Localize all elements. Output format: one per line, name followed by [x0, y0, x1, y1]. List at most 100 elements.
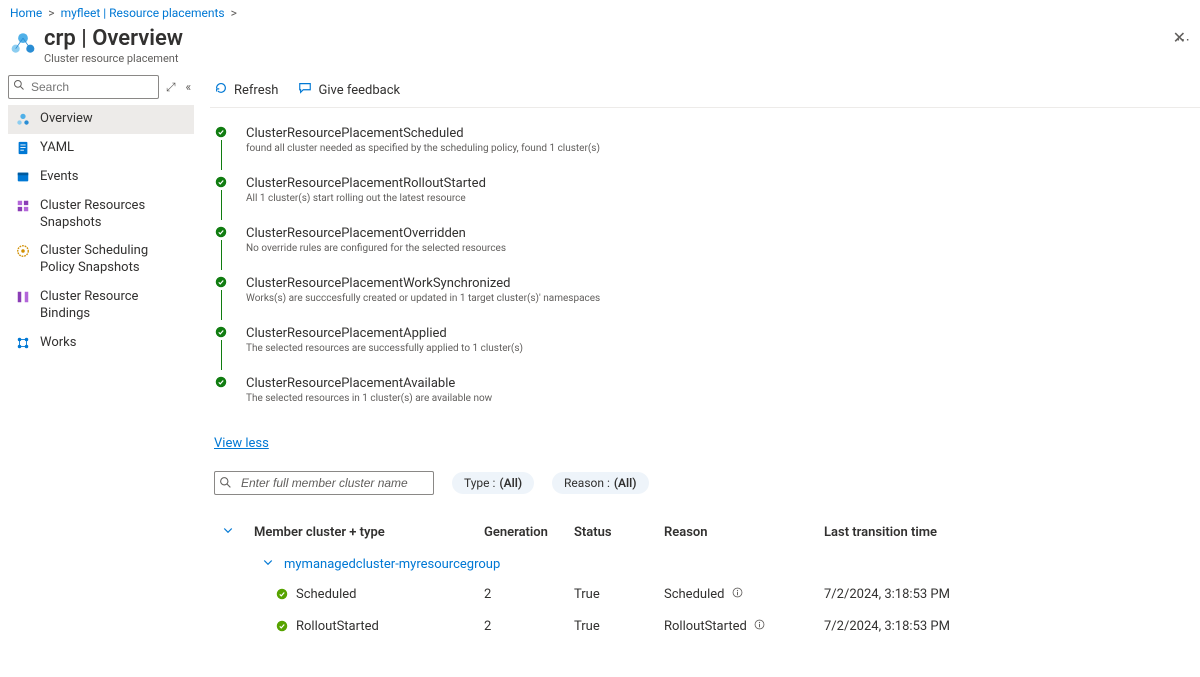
file-icon — [16, 141, 30, 155]
success-icon — [215, 226, 227, 238]
pill-label: Type : — [464, 476, 495, 490]
table-header: Member cluster + type Generation Status … — [214, 513, 1196, 550]
toolbar-label: Give feedback — [318, 83, 400, 98]
timeline-connector — [221, 190, 222, 220]
col-header-status[interactable]: Status — [574, 525, 664, 540]
sidebar-item-label: Overview — [40, 111, 93, 128]
col-header-generation[interactable]: Generation — [484, 525, 574, 540]
col-header-reason[interactable]: Reason — [664, 525, 824, 540]
close-icon[interactable]: ✕ — [1173, 28, 1186, 47]
refresh-icon — [214, 81, 228, 99]
timeline-title: ClusterResourcePlacementScheduled — [246, 126, 600, 141]
filter-pill-type[interactable]: Type : (All) — [452, 472, 534, 494]
sidebar-item-label: Cluster Scheduling Policy Snapshots — [40, 243, 186, 277]
timeline-desc: All 1 cluster(s) start rolling out the l… — [246, 193, 486, 204]
row-time: 7/2/2024, 3:18:53 PM — [824, 619, 1024, 634]
row-time: 7/2/2024, 3:18:53 PM — [824, 587, 1024, 602]
filter-row: Type : (All) Reason : (All) — [210, 471, 1200, 513]
row-status: True — [574, 619, 664, 634]
chevron-down-icon[interactable] — [222, 524, 234, 540]
sidebar-item-yaml[interactable]: YAML — [8, 134, 194, 163]
timeline-title: ClusterResourcePlacementOverridden — [246, 226, 506, 241]
col-header-time[interactable]: Last transition time — [824, 525, 1024, 540]
chevron-right-icon: > — [48, 6, 54, 20]
sidebar-item-events[interactable]: Events — [8, 163, 194, 192]
breadcrumb-home[interactable]: Home — [10, 6, 42, 20]
timeline-item: ClusterResourcePlacementRolloutStarted A… — [214, 176, 1196, 226]
pill-value: (All) — [499, 476, 522, 490]
view-less-link[interactable]: View less — [214, 436, 269, 451]
search-icon — [219, 476, 232, 493]
pill-label: Reason : — [564, 476, 610, 490]
status-timeline: ClusterResourcePlacementScheduled found … — [210, 108, 1200, 426]
timeline-desc: The selected resources in 1 cluster(s) a… — [246, 393, 492, 404]
timeline-connector — [221, 240, 222, 270]
row-generation: 2 — [484, 619, 574, 634]
sidebar-item-overview[interactable]: Overview — [8, 105, 194, 134]
search-icon — [13, 79, 25, 95]
success-icon — [215, 326, 227, 338]
timeline-desc: found all cluster needed as specified by… — [246, 143, 600, 154]
sidebar: ⤢ « Overview YAML Events Cluster Reso — [0, 73, 198, 677]
policy-icon — [16, 244, 30, 258]
row-reason: Scheduled — [664, 587, 824, 602]
row-status: True — [574, 587, 664, 602]
sidebar-item-label: Events — [40, 169, 78, 186]
timeline-desc: Works(s) are succcesfully created or upd… — [246, 293, 600, 304]
row-generation: 2 — [484, 587, 574, 602]
pill-value: (All) — [614, 476, 637, 490]
sidebar-item-bindings[interactable]: Cluster Resource Bindings — [8, 283, 194, 329]
timeline-title: ClusterResourcePlacementRolloutStarted — [246, 176, 486, 191]
expand-icon[interactable]: ⤢ — [165, 80, 176, 95]
col-header-member[interactable]: Member cluster + type — [254, 525, 484, 540]
cluster-group-row[interactable]: mymanagedcluster-myresourcegroup — [214, 550, 1196, 578]
success-icon — [215, 176, 227, 188]
timeline-connector — [221, 290, 222, 320]
timeline-item: ClusterResourcePlacementScheduled found … — [214, 126, 1196, 176]
snapshot-icon — [16, 199, 30, 213]
resource-icon — [10, 30, 36, 56]
success-icon — [215, 126, 227, 138]
info-icon[interactable] — [754, 619, 765, 634]
toolbar: Refresh Give feedback — [210, 73, 1200, 108]
filter-pill-reason[interactable]: Reason : (All) — [552, 472, 648, 494]
refresh-button[interactable]: Refresh — [214, 81, 278, 99]
events-icon — [16, 170, 30, 184]
info-icon[interactable] — [732, 587, 743, 602]
table-row: Scheduled 2 True Scheduled 7/2/2024, 3:1… — [214, 578, 1196, 610]
bindings-icon — [16, 290, 30, 304]
timeline-title: ClusterResourcePlacementApplied — [246, 326, 523, 341]
feedback-button[interactable]: Give feedback — [298, 81, 400, 99]
row-type: Scheduled — [296, 587, 356, 602]
collapse-icon[interactable]: « — [183, 80, 194, 94]
sidebar-search-input[interactable] — [8, 75, 159, 99]
timeline-desc: No override rules are configured for the… — [246, 243, 506, 254]
feedback-icon — [298, 81, 312, 99]
breadcrumb-fleet[interactable]: myfleet | Resource placements — [61, 6, 225, 20]
success-icon — [276, 620, 288, 632]
timeline-item: ClusterResourcePlacementWorkSynchronized… — [214, 276, 1196, 326]
timeline-connector — [221, 140, 222, 170]
cluster-link[interactable]: mymanagedcluster-myresourcegroup — [284, 557, 500, 572]
table-row: RolloutStarted 2 True RolloutStarted 7/2… — [214, 610, 1196, 642]
row-reason: RolloutStarted — [664, 619, 824, 634]
sidebar-item-label: Works — [40, 335, 76, 352]
results-table: Member cluster + type Generation Status … — [210, 513, 1200, 642]
sidebar-item-works[interactable]: Works — [8, 329, 194, 358]
member-search-input[interactable] — [214, 471, 434, 495]
sidebar-item-scheduling-snapshots[interactable]: Cluster Scheduling Policy Snapshots — [8, 237, 194, 283]
success-icon — [276, 588, 288, 600]
chevron-down-icon[interactable] — [262, 556, 274, 572]
sidebar-item-resource-snapshots[interactable]: Cluster Resources Snapshots — [8, 192, 194, 238]
main-content: Refresh Give feedback ClusterResourcePla… — [198, 73, 1200, 677]
page-header: crp | Overview Cluster resource placemen… — [0, 22, 1200, 73]
success-icon — [215, 376, 227, 388]
works-icon — [16, 336, 30, 350]
page-title: crp | Overview — [44, 26, 1160, 51]
timeline-title: ClusterResourcePlacementWorkSynchronized — [246, 276, 600, 291]
timeline-item: ClusterResourcePlacementApplied The sele… — [214, 326, 1196, 376]
toolbar-label: Refresh — [234, 83, 278, 98]
timeline-desc: The selected resources are successfully … — [246, 343, 523, 354]
timeline-title: ClusterResourcePlacementAvailable — [246, 376, 492, 391]
overview-icon — [16, 112, 30, 126]
